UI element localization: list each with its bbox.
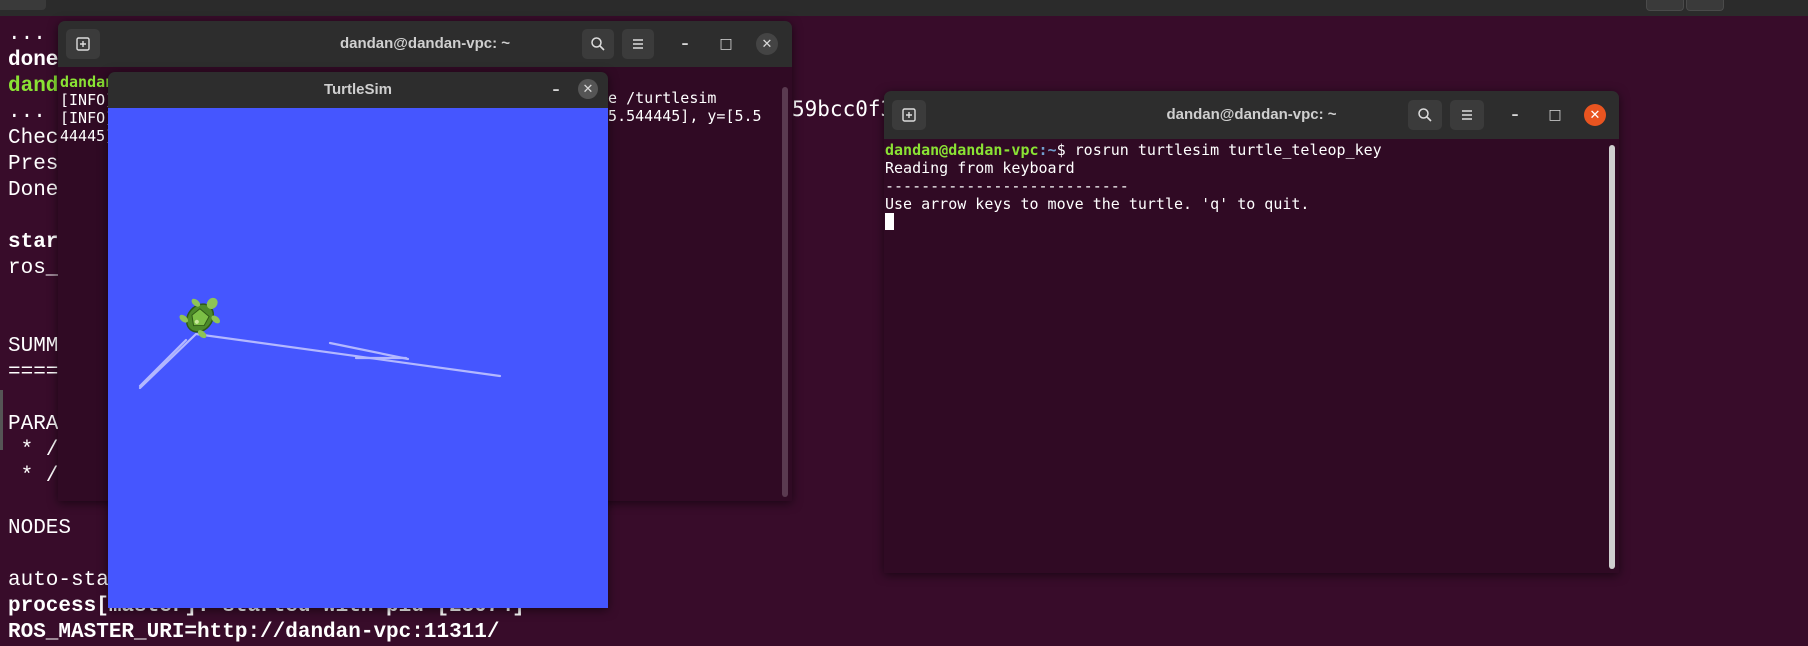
background-new-tab-button[interactable] <box>0 0 46 10</box>
turtlesim-canvas <box>108 108 608 608</box>
terminal-teleop-scrollbar[interactable] <box>1609 145 1615 569</box>
terminal-cursor <box>885 213 894 230</box>
search-button[interactable] <box>582 29 614 59</box>
maximize-icon: □ <box>719 36 733 52</box>
terminal-roscore-titlebar[interactable]: dandan@dandan-vpc: ~ – □ ✕ <box>58 21 792 67</box>
terminal-roscore-scrollbar[interactable] <box>782 87 788 497</box>
turtle-trail <box>138 332 502 390</box>
menu-button[interactable] <box>1450 100 1484 130</box>
maximize-button[interactable]: □ <box>715 33 737 55</box>
command-text: rosrun turtlesim turtle_teleop_key <box>1074 141 1382 159</box>
minimize-icon: – <box>681 36 689 52</box>
menu-button[interactable] <box>622 29 654 59</box>
background-terminal-hash: 59bcc0f3 <box>792 97 894 121</box>
trail-segment-return <box>138 338 188 388</box>
hamburger-menu-icon <box>633 39 643 49</box>
close-button[interactable]: ✕ <box>756 33 778 55</box>
background-menu-button[interactable] <box>1686 0 1724 11</box>
maximize-icon: □ <box>1548 107 1562 123</box>
turtlesim-titlebar[interactable]: TurtleSim – ✕ <box>108 72 608 108</box>
close-icon: ✕ <box>582 81 594 97</box>
turtlesim-minimize-button[interactable]: – <box>545 79 567 101</box>
close-icon: ✕ <box>1589 107 1601 123</box>
trail-segment-short <box>328 341 410 361</box>
maximize-button[interactable]: □ <box>1544 104 1566 126</box>
search-button[interactable] <box>1408 100 1442 130</box>
minimize-icon: – <box>552 82 560 98</box>
search-icon <box>591 37 605 51</box>
turtlesim-close-button[interactable]: ✕ <box>578 79 598 99</box>
minimize-button[interactable]: – <box>674 33 696 55</box>
hamburger-menu-icon <box>1462 110 1472 120</box>
minimize-button[interactable]: – <box>1504 104 1526 126</box>
terminal-window-teleop[interactable]: dandan@dandan-vpc: ~ – □ ✕ dandan@dandan… <box>884 91 1619 573</box>
background-search-button[interactable] <box>1646 0 1684 11</box>
close-button[interactable]: ✕ <box>1584 104 1606 126</box>
background-terminal-titlebar <box>0 0 1808 16</box>
terminal-teleop-titlebar[interactable]: dandan@dandan-vpc: ~ – □ ✕ <box>884 91 1619 139</box>
terminal-teleop-body[interactable]: dandan@dandan-vpc:~$ rosrun turtlesim tu… <box>884 139 1619 573</box>
trail-segment-main <box>138 332 502 390</box>
terminal-roscore-output-right: ame /turtlesim =[5.544445], y=[5.5 <box>590 89 762 125</box>
terminal-teleop-output: dandan@dandan-vpc:~$ rosrun turtlesim tu… <box>885 141 1382 231</box>
minimize-icon: – <box>1511 107 1519 123</box>
turtle-path-drawing <box>138 297 502 390</box>
search-icon <box>1418 108 1432 122</box>
turtle-icon <box>179 297 221 339</box>
turtlesim-title: TurtleSim <box>323 81 393 98</box>
close-icon: ✕ <box>761 36 773 52</box>
background-scrollbar[interactable] <box>0 390 3 450</box>
turtlesim-window[interactable]: TurtleSim – ✕ <box>108 72 608 608</box>
